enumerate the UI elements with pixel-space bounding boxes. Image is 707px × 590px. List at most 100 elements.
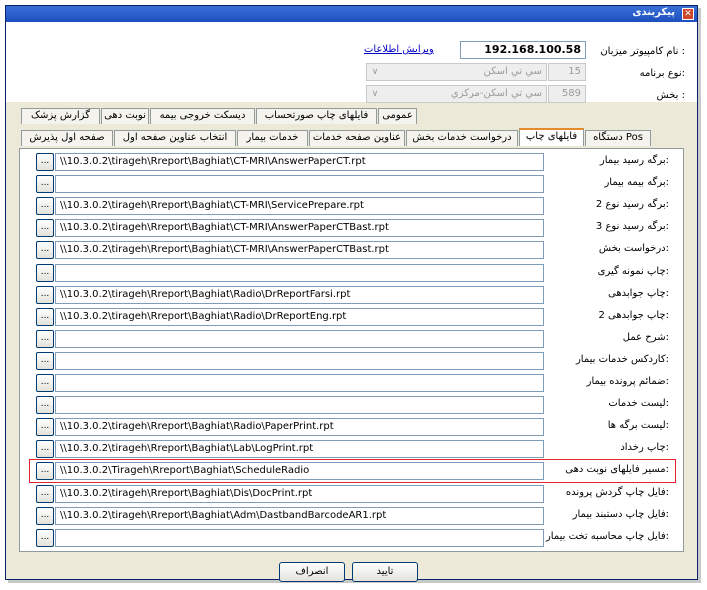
tab-section-service-request[interactable]: درخواست خدمات بخش	[406, 130, 518, 146]
table-row: ... \\10.3.0.2\tirageh\Rreport\Baghiat\La…	[30, 438, 675, 460]
browse-button[interactable]: ...	[36, 263, 54, 282]
table-row: ... کاردکس خدمات بیمار:	[30, 350, 675, 372]
program-type-name: سي تي اسكن	[483, 66, 542, 77]
browse-button[interactable]: ...	[36, 418, 54, 437]
browse-button[interactable]: ...	[36, 307, 54, 326]
browse-button[interactable]: ...	[36, 285, 54, 304]
browse-button[interactable]: ...	[36, 396, 54, 415]
row-label: لیست برگه ها:	[607, 420, 669, 432]
browse-button[interactable]: ...	[36, 440, 54, 459]
tab-insurance-output[interactable]: دیسکت خروجی بیمه	[150, 108, 255, 124]
section-name: سي تي اسكن-مركزي	[450, 88, 542, 99]
row-label: برگه رسید نوع 2:	[595, 199, 669, 211]
browse-button[interactable]: ...	[36, 197, 54, 216]
file-path-input[interactable]	[55, 263, 544, 282]
tab-scheduling[interactable]: نوبت دهی	[101, 108, 149, 124]
row-label: چاپ جوابدهی 2:	[598, 309, 669, 321]
file-path-input[interactable]: \\10.3.0.2\tirageh\Rreport\Baghiat\Adm\D…	[55, 506, 544, 525]
browse-button[interactable]: ...	[36, 241, 54, 260]
close-icon[interactable]: ✕	[682, 8, 694, 20]
file-path-input[interactable]: \\10.3.0.2\tirageh\Rreport\Baghiat\Radio…	[55, 307, 544, 326]
tab-doctor-report[interactable]: گزارش پزشک	[21, 108, 100, 124]
table-row: ... \\10.3.0.2\tirageh\Rreport\Baghiat\Di…	[30, 483, 675, 505]
row-label: چاپ رخداد:	[620, 442, 669, 454]
tab-patient-services[interactable]: خدمات بیمار	[237, 130, 308, 146]
file-path-input[interactable]	[55, 528, 544, 547]
table-row: ... فایل چاپ محاسبه تخت بیمار:	[30, 527, 675, 549]
file-path-input[interactable]: \\10.3.0.2\tirageh\Rreport\Baghiat\Dis\D…	[55, 484, 544, 503]
table-row: ... لیست خدمات:	[30, 394, 675, 416]
chevron-down-icon: ∨	[371, 67, 379, 77]
tab-general[interactable]: عمومی	[378, 108, 417, 124]
window-title: پیکربندی	[632, 7, 675, 18]
table-row: ... \\10.3.0.2\tirageh\Rreport\Baghiat\CT…	[30, 217, 675, 239]
section-label: بخش :	[656, 90, 685, 101]
tab-service-page-titles[interactable]: عناوین صفحه خدمات	[309, 130, 405, 146]
browse-button[interactable]: ...	[36, 351, 54, 370]
browse-button[interactable]: ...	[36, 462, 54, 481]
table-row: ... \\10.3.0.2\tirageh\Rreport\Baghiat\CT…	[30, 195, 675, 217]
table-row: ... \\10.3.0.2\tirageh\Rreport\Baghiat\Ra…	[30, 284, 675, 306]
row-label: چاپ نمونه گیری:	[597, 265, 669, 277]
host-label: نام کامپیوتر میزبان :	[600, 46, 685, 57]
file-path-input[interactable]	[55, 175, 544, 194]
cancel-button[interactable]: انصراف	[279, 562, 345, 582]
table-row: ... \\10.3.0.2\tirageh\Rreport\Baghiat\Ra…	[30, 416, 675, 438]
file-path-input[interactable]: \\10.3.0.2\tirageh\Rreport\Baghiat\CT-MR…	[55, 241, 544, 260]
file-path-input[interactable]	[55, 396, 544, 415]
browse-button[interactable]: ...	[36, 329, 54, 348]
browse-button[interactable]: ...	[36, 374, 54, 392]
table-row: ... چاپ نمونه گیری:	[30, 262, 675, 284]
file-path-input[interactable]	[55, 374, 544, 392]
config-window: پیکربندی ✕ نام کامپیوتر میزبان : 192.168…	[5, 5, 698, 582]
table-row: ... برگه بیمه بیمار:	[30, 173, 675, 195]
tab-first-page-title-select[interactable]: انتخاب عناوین صفحه اول	[114, 130, 236, 146]
browse-button[interactable]: ...	[36, 506, 54, 525]
file-path-input[interactable]: \\10.3.0.2\tirageh\Rreport\Baghiat\CT-MR…	[55, 153, 544, 171]
row-label: چاپ جوابدهی:	[608, 287, 669, 299]
row-label: فایل چاپ محاسبه تخت بیمار:	[545, 530, 669, 542]
file-path-input[interactable]: \\10.3.0.2\tirageh\Rreport\Baghiat\Lab\L…	[55, 440, 544, 459]
browse-button[interactable]: ...	[36, 528, 54, 547]
title-bar[interactable]: پیکربندی ✕	[6, 6, 697, 22]
chevron-down-icon: ∨	[371, 89, 379, 99]
file-path-input[interactable]: \\10.3.0.2\tirageh\Rreport\Baghiat\CT-MR…	[55, 197, 544, 216]
browse-button[interactable]: ...	[36, 153, 54, 171]
file-path-input[interactable]	[55, 329, 544, 348]
row-label: شرح عمل:	[622, 331, 669, 343]
table-row: ... \\10.3.0.2\Tirageh\Rreport\Baghiat\Sc…	[29, 459, 676, 484]
tab-invoice-print-files[interactable]: فایلهای چاپ صورتحساب	[256, 108, 377, 124]
tab-pos-device[interactable]: دستگاه Pos	[585, 130, 651, 146]
row-label: برگه بیمه بیمار:	[604, 177, 669, 189]
file-path-input[interactable]: \\10.3.0.2\tirageh\Rreport\Baghiat\Radio…	[55, 285, 544, 304]
file-path-input[interactable]: \\10.3.0.2\Tirageh\Rreport\Baghiat\Sched…	[55, 462, 544, 481]
program-type-label: نوع برنامه:	[639, 68, 685, 79]
header-panel: نام کامپیوتر میزبان : 192.168.100.58 ویر…	[6, 22, 697, 103]
row-label: فایل چاپ دستبند بیمار:	[572, 508, 669, 520]
table-row: ... \\10.3.0.2\tirageh\Rreport\Baghiat\Ad…	[30, 505, 675, 527]
file-path-input[interactable]: \\10.3.0.2\tirageh\Rreport\Baghiat\Radio…	[55, 418, 544, 437]
row-label: برگه رسید نوع 3:	[595, 221, 669, 233]
row-label: برگه رسید بیمار:	[599, 155, 669, 166]
browse-button[interactable]: ...	[36, 219, 54, 238]
file-path-input[interactable]: \\10.3.0.2\tirageh\Rreport\Baghiat\CT-MR…	[55, 219, 544, 238]
tab-print-files[interactable]: فایلهای چاپ	[519, 128, 584, 146]
edit-info-link[interactable]: ویرایش اطلاعات	[364, 44, 434, 55]
table-row: ... \\10.3.0.2\tirageh\Rreport\Baghiat\Ra…	[30, 306, 675, 328]
row-label: لیست خدمات:	[608, 398, 669, 410]
file-path-input[interactable]	[55, 351, 544, 370]
host-input[interactable]: 192.168.100.58	[460, 41, 586, 59]
table-row: ... \\10.3.0.2\tirageh\Rreport\Baghiat\CT…	[30, 151, 675, 173]
tab-admission-first-page[interactable]: صفحه اول پذیرش	[21, 130, 113, 146]
ok-button[interactable]: تایید	[352, 562, 418, 582]
row-label: کاردکس خدمات بیمار:	[575, 353, 669, 365]
section-select: ∨ سي تي اسكن-مركزي	[366, 85, 547, 103]
browse-button[interactable]: ...	[36, 175, 54, 194]
table-row: ... شرح عمل:	[30, 328, 675, 350]
browse-button[interactable]: ...	[36, 484, 54, 503]
table-row: ... ضمائم پرونده بیمار:	[30, 372, 675, 394]
row-label: درخواست بخش:	[598, 243, 669, 255]
row-label: ضمائم پرونده بیمار:	[586, 376, 669, 387]
row-label: فایل چاپ گردش پرونده:	[565, 486, 669, 498]
program-type-select: ∨ سي تي اسكن	[366, 63, 547, 81]
